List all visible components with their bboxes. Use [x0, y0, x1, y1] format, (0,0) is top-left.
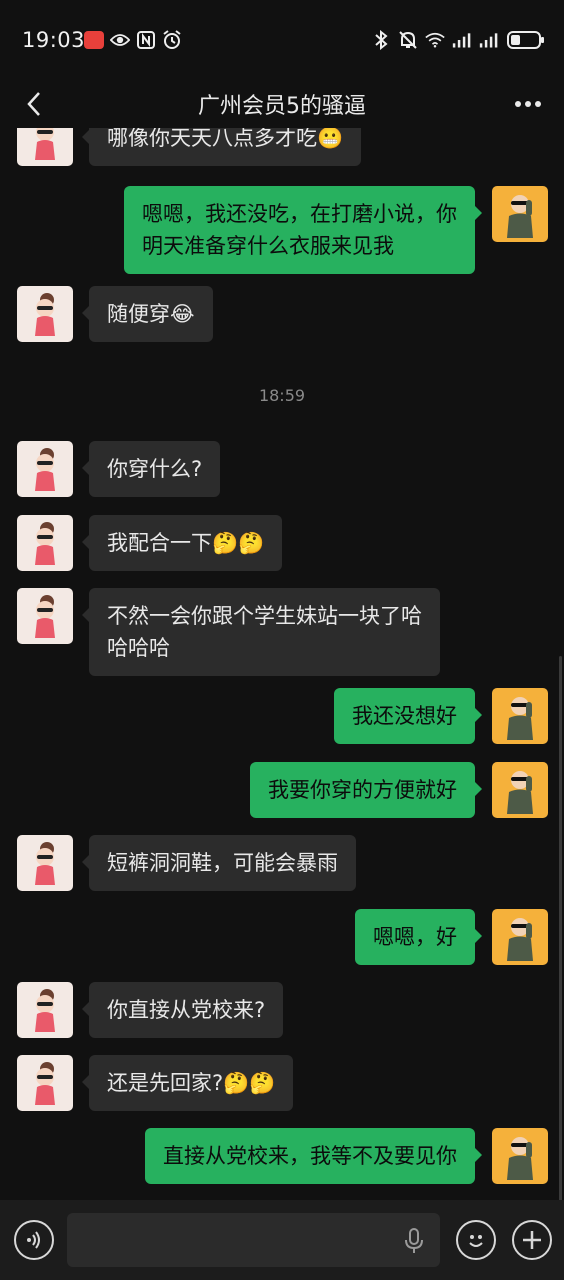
contact-avatar[interactable] [17, 835, 73, 891]
message-bubble[interactable]: 随便穿😂 [82, 286, 213, 342]
contact-avatar[interactable] [17, 982, 73, 1038]
smiley-icon [469, 1235, 483, 1247]
nfc-icon [136, 30, 156, 50]
contact-avatar[interactable] [17, 1055, 73, 1111]
battery-icon [506, 30, 546, 50]
voice-toggle-button[interactable] [14, 1220, 54, 1260]
scrollbar[interactable] [559, 656, 562, 1200]
more-dots-icon [515, 101, 541, 107]
message-bubble[interactable]: 哪像你天天八点多才吃😬 [81, 128, 362, 166]
contact-avatar[interactable] [17, 515, 73, 571]
microphone-icon[interactable] [402, 1228, 426, 1254]
voice-wave-icon [27, 1231, 40, 1249]
message-bubble[interactable]: 嗯嗯，好 [355, 909, 482, 965]
message-list[interactable]: 哪像你天天八点多才吃😬 嗯嗯，我还没吃，在打磨小说，你 明天准备穿什么衣服来见我… [0, 128, 564, 1200]
my-avatar[interactable] [492, 909, 548, 965]
contact-avatar[interactable] [17, 128, 73, 166]
my-avatar[interactable] [492, 762, 548, 818]
message-bubble[interactable]: 我配合一下🤔🤔 [81, 515, 283, 571]
emoji-button[interactable] [456, 1220, 496, 1260]
mute-bell-icon [398, 30, 418, 50]
message-bubble[interactable]: 你直接从党校来? [81, 982, 284, 1038]
my-avatar[interactable] [492, 688, 548, 744]
contact-avatar[interactable] [17, 286, 73, 342]
signal-icon [479, 30, 499, 50]
chat-header: 广州会员5的骚逼 [0, 80, 564, 128]
wifi-icon [425, 30, 445, 50]
message-timestamp: 18:59 [258, 386, 306, 405]
plus-icon [523, 1231, 541, 1249]
message-input[interactable] [67, 1213, 440, 1267]
status-time: 19:03 [22, 28, 86, 52]
input-bar [0, 1200, 564, 1280]
more-actions-button[interactable] [512, 1220, 552, 1260]
status-right-icons [371, 30, 546, 50]
contact-avatar[interactable] [17, 588, 73, 644]
message-bubble[interactable]: 不然一会你跟个学生妹站一块了哈 哈哈哈 [82, 588, 440, 676]
message-bubble[interactable]: 你穿什么? [81, 441, 221, 497]
bluetooth-icon [371, 30, 391, 50]
status-bar: 19:03 [0, 0, 564, 80]
message-bubble[interactable]: 我还没想好 [334, 688, 482, 744]
more-button[interactable] [508, 86, 548, 122]
message-bubble[interactable]: 还是先回家?🤔🤔 [81, 1055, 294, 1111]
status-left-icons [84, 30, 182, 50]
message-bubble[interactable]: 我要你穿的方便就好 [250, 762, 482, 818]
chat-title: 广州会员5的骚逼 [198, 94, 366, 119]
eye-icon [110, 30, 130, 50]
app-badge-icon [84, 30, 104, 50]
signal-icon [452, 30, 472, 50]
message-bubble[interactable]: 嗯嗯，我还没吃，在打磨小说，你 明天准备穿什么衣服来见我 [124, 186, 482, 274]
message-bubble[interactable]: 直接从党校来，我等不及要见你 [145, 1128, 482, 1184]
alarm-icon [162, 30, 182, 50]
contact-avatar[interactable] [17, 441, 73, 497]
my-avatar[interactable] [492, 186, 548, 242]
my-avatar[interactable] [492, 1128, 548, 1184]
message-bubble[interactable]: 短裤洞洞鞋，可能会暴雨 [82, 835, 356, 891]
